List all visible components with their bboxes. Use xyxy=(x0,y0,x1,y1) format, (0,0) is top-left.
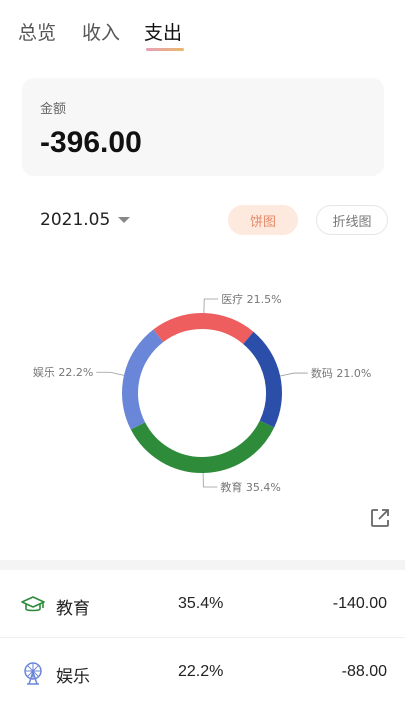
slice-leader-line xyxy=(202,472,218,488)
category-name: 娱乐 xyxy=(56,667,90,687)
expense-donut-chart: 数码 21.0% 教育 35.4% 娱乐 22.2% 医疗 21.5% xyxy=(33,292,371,494)
slice-leader-line xyxy=(203,298,219,314)
line-chart-toggle[interactable]: 折线图 xyxy=(316,205,388,235)
slice-label: 医疗 21.5% xyxy=(221,292,281,306)
category-row-education[interactable]: 教育 35.4% -140.00 xyxy=(0,572,405,638)
slice-label: 数码 21.0% xyxy=(311,367,371,380)
category-percent: 35.4% xyxy=(178,595,224,612)
section-divider xyxy=(0,560,405,570)
slice-leader-line xyxy=(280,372,308,377)
slice-leader-line xyxy=(96,371,125,376)
month-value: 2021.05 xyxy=(40,210,111,230)
tab-overview[interactable]: 总览 xyxy=(18,20,56,46)
amount-value: -396.00 xyxy=(40,126,142,159)
tab-expense[interactable]: 支出 xyxy=(144,20,182,46)
tab-income[interactable]: 收入 xyxy=(82,20,120,46)
pie-slice-1 xyxy=(122,329,164,430)
top-tabs: 总览 收入 支出 xyxy=(0,0,405,60)
category-name: 教育 xyxy=(56,599,90,619)
slice-label: 娱乐 22.2% xyxy=(33,365,93,379)
graduation-cap-icon xyxy=(21,596,45,612)
row-divider xyxy=(0,637,405,638)
pie-chart-toggle[interactable]: 饼图 xyxy=(228,205,298,235)
category-row-entertainment[interactable]: 娱乐 22.2% -88.00 xyxy=(0,640,405,706)
pie-slice-3 xyxy=(242,331,282,428)
active-tab-indicator xyxy=(146,48,184,51)
amount-label: 金额 xyxy=(40,102,67,117)
amount-summary-card: 金额 -396.00 xyxy=(22,78,384,176)
ferris-wheel-icon xyxy=(24,662,42,685)
month-selector[interactable]: 2021.05 xyxy=(40,210,131,230)
pie-slice-0 xyxy=(130,420,275,473)
category-percent: 22.2% xyxy=(178,663,224,680)
pie-slice-2 xyxy=(153,313,254,345)
share-icon[interactable] xyxy=(368,506,392,530)
category-amount: -140.00 xyxy=(332,595,387,612)
slice-label: 教育 35.4% xyxy=(220,480,280,494)
caret-down-icon xyxy=(118,217,131,223)
category-amount: -88.00 xyxy=(341,663,387,680)
